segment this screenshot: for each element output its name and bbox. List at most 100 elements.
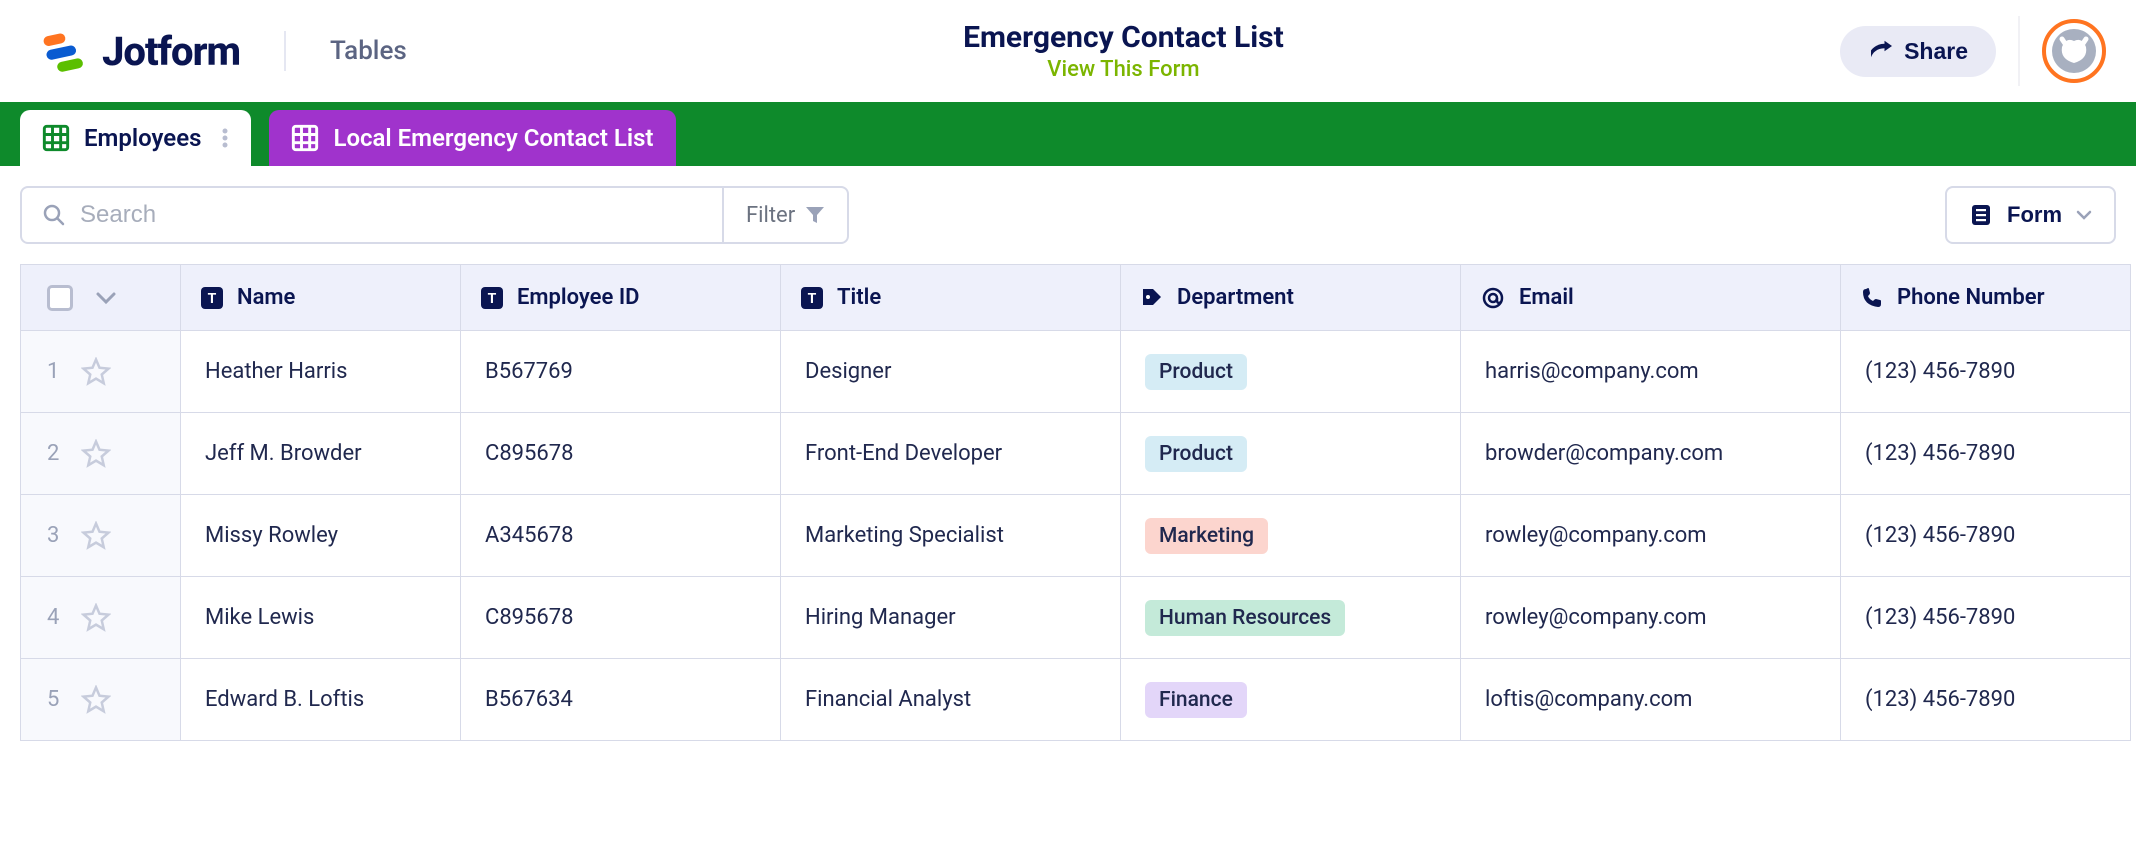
- cell-email[interactable]: browder@company.com: [1461, 413, 1841, 495]
- cell-employee-id[interactable]: C895678: [461, 413, 781, 495]
- row-index-cell: 3: [21, 495, 181, 577]
- chevron-down-icon[interactable]: [95, 291, 117, 305]
- share-button[interactable]: Share: [1840, 26, 1996, 77]
- section-label[interactable]: Tables: [330, 36, 407, 66]
- cell-email[interactable]: loftis@company.com: [1461, 659, 1841, 741]
- share-label: Share: [1904, 38, 1968, 65]
- tab-more-icon[interactable]: [221, 126, 229, 150]
- table-icon: [42, 124, 70, 152]
- cell-phone[interactable]: (123) 456-7890: [1841, 495, 2131, 577]
- phone-icon: [1861, 287, 1883, 309]
- cell-employee-id[interactable]: C895678: [461, 577, 781, 659]
- search-box[interactable]: [22, 188, 722, 242]
- title-area: Emergency Contact List View This Form: [407, 20, 1840, 82]
- header-department[interactable]: Department: [1121, 265, 1461, 331]
- star-icon[interactable]: [81, 357, 111, 387]
- table-header-row: T Name T Employee ID T Title Department …: [21, 265, 2131, 331]
- filter-label: Filter: [746, 203, 795, 228]
- header-title[interactable]: T Title: [781, 265, 1121, 331]
- jotform-logo-icon: [40, 27, 88, 75]
- avatar-icon: [2052, 29, 2096, 73]
- cell-title[interactable]: Financial Analyst: [781, 659, 1121, 741]
- row-index-cell: 1: [21, 331, 181, 413]
- cell-name[interactable]: Jeff M. Browder: [181, 413, 461, 495]
- table-row[interactable]: 4 Mike Lewis C895678 Hiring Manager Huma…: [21, 577, 2131, 659]
- header-phone[interactable]: Phone Number: [1841, 265, 2131, 331]
- cell-email[interactable]: rowley@company.com: [1461, 577, 1841, 659]
- search-input[interactable]: [80, 201, 702, 229]
- logo-area: Jotform Tables: [40, 27, 407, 75]
- star-icon[interactable]: [81, 603, 111, 633]
- cell-title[interactable]: Front-End Developer: [781, 413, 1121, 495]
- row-number: 5: [47, 687, 59, 712]
- cell-department[interactable]: Product: [1121, 331, 1461, 413]
- cell-email[interactable]: harris@company.com: [1461, 331, 1841, 413]
- avatar[interactable]: [2042, 19, 2106, 83]
- tag-icon: [1141, 287, 1163, 309]
- header-separator: [2018, 16, 2020, 86]
- app-header: Jotform Tables Emergency Contact List Vi…: [0, 0, 2136, 102]
- header-divider: [284, 31, 286, 71]
- cell-phone[interactable]: (123) 456-7890: [1841, 659, 2131, 741]
- tab-label: Employees: [84, 124, 201, 152]
- row-index-cell: 4: [21, 577, 181, 659]
- cell-email[interactable]: rowley@company.com: [1461, 495, 1841, 577]
- svg-text:T: T: [208, 291, 217, 307]
- text-type-icon: T: [801, 287, 823, 309]
- view-form-link[interactable]: View This Form: [1047, 57, 1199, 82]
- text-type-icon: T: [201, 287, 223, 309]
- table-row[interactable]: 3 Missy Rowley A345678 Marketing Special…: [21, 495, 2131, 577]
- jotform-logo[interactable]: Jotform: [40, 27, 240, 75]
- cell-name[interactable]: Missy Rowley: [181, 495, 461, 577]
- table-row[interactable]: 2 Jeff M. Browder C895678 Front-End Deve…: [21, 413, 2131, 495]
- cell-department[interactable]: Marketing: [1121, 495, 1461, 577]
- cell-title[interactable]: Designer: [781, 331, 1121, 413]
- form-label: Form: [2007, 202, 2062, 228]
- cell-phone[interactable]: (123) 456-7890: [1841, 577, 2131, 659]
- tab-label: Local Emergency Contact List: [333, 124, 653, 152]
- star-icon[interactable]: [81, 521, 111, 551]
- cell-employee-id[interactable]: B567634: [461, 659, 781, 741]
- cell-department[interactable]: Human Resources: [1121, 577, 1461, 659]
- at-sign-icon: [1481, 286, 1505, 310]
- tabs-bar: Employees Local Emergency Contact List: [0, 102, 2136, 166]
- cell-employee-id[interactable]: B567769: [461, 331, 781, 413]
- brand-name: Jotform: [102, 28, 240, 75]
- table-row[interactable]: 5 Edward B. Loftis B567634 Financial Ana…: [21, 659, 2131, 741]
- filter-button[interactable]: Filter: [722, 188, 847, 242]
- cell-title[interactable]: Marketing Specialist: [781, 495, 1121, 577]
- cell-department[interactable]: Finance: [1121, 659, 1461, 741]
- svg-text:T: T: [488, 291, 497, 307]
- chevron-down-icon: [2076, 210, 2092, 220]
- cell-name[interactable]: Mike Lewis: [181, 577, 461, 659]
- cell-employee-id[interactable]: A345678: [461, 495, 781, 577]
- cell-phone[interactable]: (123) 456-7890: [1841, 331, 2131, 413]
- star-icon[interactable]: [81, 685, 111, 715]
- page-title: Emergency Contact List: [963, 20, 1284, 55]
- svg-text:T: T: [808, 291, 817, 307]
- cell-name[interactable]: Edward B. Loftis: [181, 659, 461, 741]
- tab-employees[interactable]: Employees: [20, 110, 251, 166]
- header-index: [21, 265, 181, 331]
- star-icon[interactable]: [81, 439, 111, 469]
- cell-name[interactable]: Heather Harris: [181, 331, 461, 413]
- header-email[interactable]: Email: [1461, 265, 1841, 331]
- select-all-checkbox[interactable]: [47, 285, 73, 311]
- cell-department[interactable]: Product: [1121, 413, 1461, 495]
- search-filter-group: Filter: [20, 186, 849, 244]
- tab-local-emergency[interactable]: Local Emergency Contact List: [269, 110, 675, 166]
- row-number: 1: [47, 359, 59, 384]
- cell-title[interactable]: Hiring Manager: [781, 577, 1121, 659]
- header-employee-id[interactable]: T Employee ID: [461, 265, 781, 331]
- row-number: 3: [47, 523, 59, 548]
- header-name[interactable]: T Name: [181, 265, 461, 331]
- data-table: T Name T Employee ID T Title Department …: [0, 264, 2136, 761]
- share-icon: [1868, 40, 1892, 62]
- cell-phone[interactable]: (123) 456-7890: [1841, 413, 2131, 495]
- table-row[interactable]: 1 Heather Harris B567769 Designer Produc…: [21, 331, 2131, 413]
- table-icon: [291, 124, 319, 152]
- row-number: 4: [47, 605, 59, 630]
- row-index-cell: 2: [21, 413, 181, 495]
- form-view-button[interactable]: Form: [1945, 186, 2116, 244]
- search-icon: [42, 203, 66, 227]
